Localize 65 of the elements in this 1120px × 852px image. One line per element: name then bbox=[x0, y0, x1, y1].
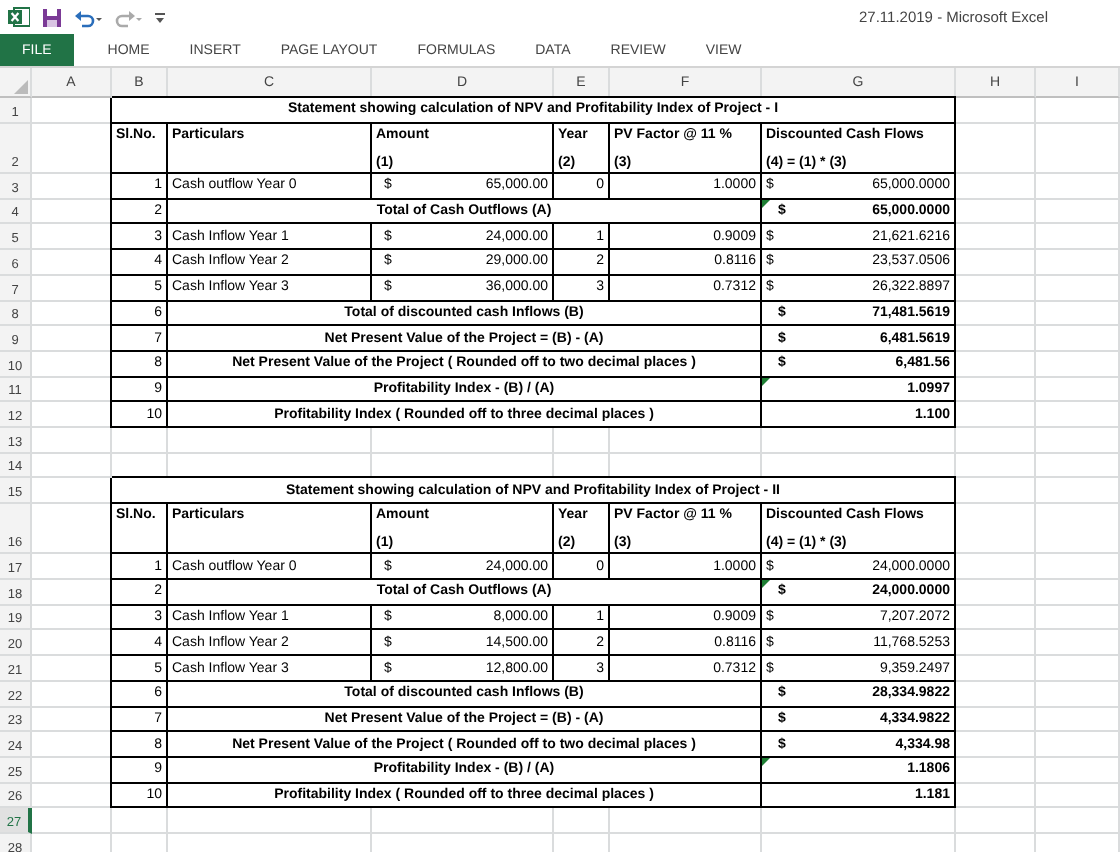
empty-cell bbox=[956, 174, 1036, 200]
empty-cell bbox=[1036, 605, 1120, 631]
empty-cell bbox=[1036, 707, 1120, 733]
empty-cell bbox=[1036, 732, 1120, 758]
empty-cell bbox=[956, 250, 1036, 276]
empty-cell bbox=[956, 427, 1036, 454]
empty-cell bbox=[1036, 326, 1120, 352]
empty-cell bbox=[956, 326, 1036, 352]
empty-cell bbox=[956, 554, 1036, 581]
empty-cell bbox=[1036, 123, 1120, 175]
empty-cell bbox=[1036, 275, 1120, 302]
empty-cell bbox=[956, 681, 1036, 708]
empty-cell bbox=[1036, 808, 1120, 834]
empty-cell bbox=[1036, 98, 1120, 124]
empty-cell bbox=[1036, 783, 1120, 809]
empty-cell bbox=[956, 402, 1036, 428]
empty-cell bbox=[1036, 554, 1120, 581]
empty-cell bbox=[956, 783, 1036, 809]
empty-cell bbox=[1036, 504, 1120, 555]
empty-cell bbox=[956, 123, 1036, 175]
error-indicator-icon[interactable] bbox=[762, 199, 770, 208]
dropdown-caret-icon[interactable] bbox=[154, 9, 166, 25]
empty-cell bbox=[1036, 377, 1120, 403]
empty-cell bbox=[1036, 250, 1120, 276]
empty-cell bbox=[956, 275, 1036, 302]
empty-cell bbox=[956, 707, 1036, 733]
undo-icon[interactable] bbox=[74, 7, 102, 27]
empty-cell bbox=[1036, 453, 1120, 479]
save-icon[interactable] bbox=[42, 7, 62, 27]
empty-cell bbox=[1036, 681, 1120, 708]
empty-cell bbox=[1036, 656, 1120, 682]
empty-cell bbox=[1036, 580, 1120, 606]
empty-cell bbox=[554, 808, 610, 834]
empty-cell bbox=[112, 808, 168, 834]
empty-cell bbox=[956, 757, 1036, 784]
error-indicator-icon[interactable] bbox=[762, 377, 770, 386]
empty-cell bbox=[956, 377, 1036, 403]
empty-cell bbox=[1036, 301, 1120, 327]
empty-cell bbox=[956, 224, 1036, 251]
empty-cell bbox=[956, 453, 1036, 479]
empty-cell bbox=[956, 98, 1036, 124]
app-logo-icon[interactable] bbox=[8, 6, 30, 28]
empty-cell bbox=[1036, 478, 1120, 505]
empty-cell bbox=[1036, 174, 1120, 200]
empty-cell bbox=[956, 478, 1036, 505]
empty-cell bbox=[956, 580, 1036, 606]
empty-cell bbox=[1036, 224, 1120, 251]
empty-cell bbox=[956, 605, 1036, 631]
empty-cell bbox=[112, 427, 168, 454]
empty-cell bbox=[956, 808, 1036, 834]
empty-cell bbox=[1036, 630, 1120, 657]
empty-cell bbox=[956, 630, 1036, 657]
empty-cell bbox=[1036, 402, 1120, 428]
empty-cell bbox=[1036, 757, 1120, 784]
empty-cell bbox=[1036, 351, 1120, 378]
empty-cell bbox=[956, 732, 1036, 758]
empty-cell bbox=[1036, 199, 1120, 225]
empty-cell bbox=[554, 427, 610, 454]
error-indicator-icon[interactable] bbox=[762, 757, 770, 766]
empty-cell bbox=[1036, 427, 1120, 454]
empty-cell bbox=[956, 199, 1036, 225]
empty-cell bbox=[956, 301, 1036, 327]
empty-cell bbox=[956, 351, 1036, 378]
empty-cell bbox=[956, 504, 1036, 555]
empty-cell bbox=[956, 656, 1036, 682]
